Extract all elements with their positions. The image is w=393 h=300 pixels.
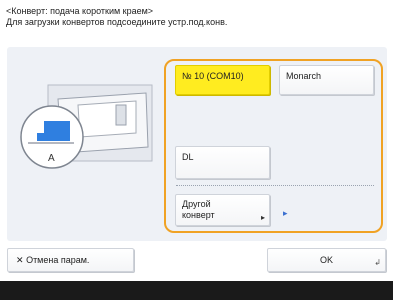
cancel-settings-label: Отмена парам. [26,255,90,265]
option-dl-label: DL [182,152,194,162]
chevron-right-icon: ▸ [260,213,265,222]
option-monarch[interactable]: Monarch [279,65,374,95]
close-icon: ✕ [16,255,24,265]
options-divider [176,185,374,186]
header-title: <Конверт: подача коротким краем> [6,6,154,16]
cancel-settings-button[interactable]: ✕ Отмена парам. [7,248,134,272]
option-other-envelope[interactable]: Другой конверт ▸ [175,194,270,226]
ok-button[interactable]: OK ↲ [267,248,386,272]
option-other-label-line1: Другой [182,199,211,209]
header-subtitle: Для загрузки конвертов подсоедините устр… [6,17,228,27]
instruction-header: <Конверт: подача коротким краем> Для заг… [6,6,386,28]
option-dl[interactable]: DL [175,146,270,179]
pointer-icon: ▸ [283,208,288,218]
ok-label: OK [319,255,333,265]
footer-bar [0,281,393,300]
option-no10-com10[interactable]: № 10 (COM10) [175,65,270,95]
option-other-label-line2: конверт [182,210,215,220]
tray-illustration: A [20,84,153,169]
option-monarch-label: Monarch [286,71,322,81]
illustration-label-a: A [48,153,55,164]
option-no10-label: № 10 (COM10) [182,71,244,81]
enter-icon: ↲ [374,258,381,267]
